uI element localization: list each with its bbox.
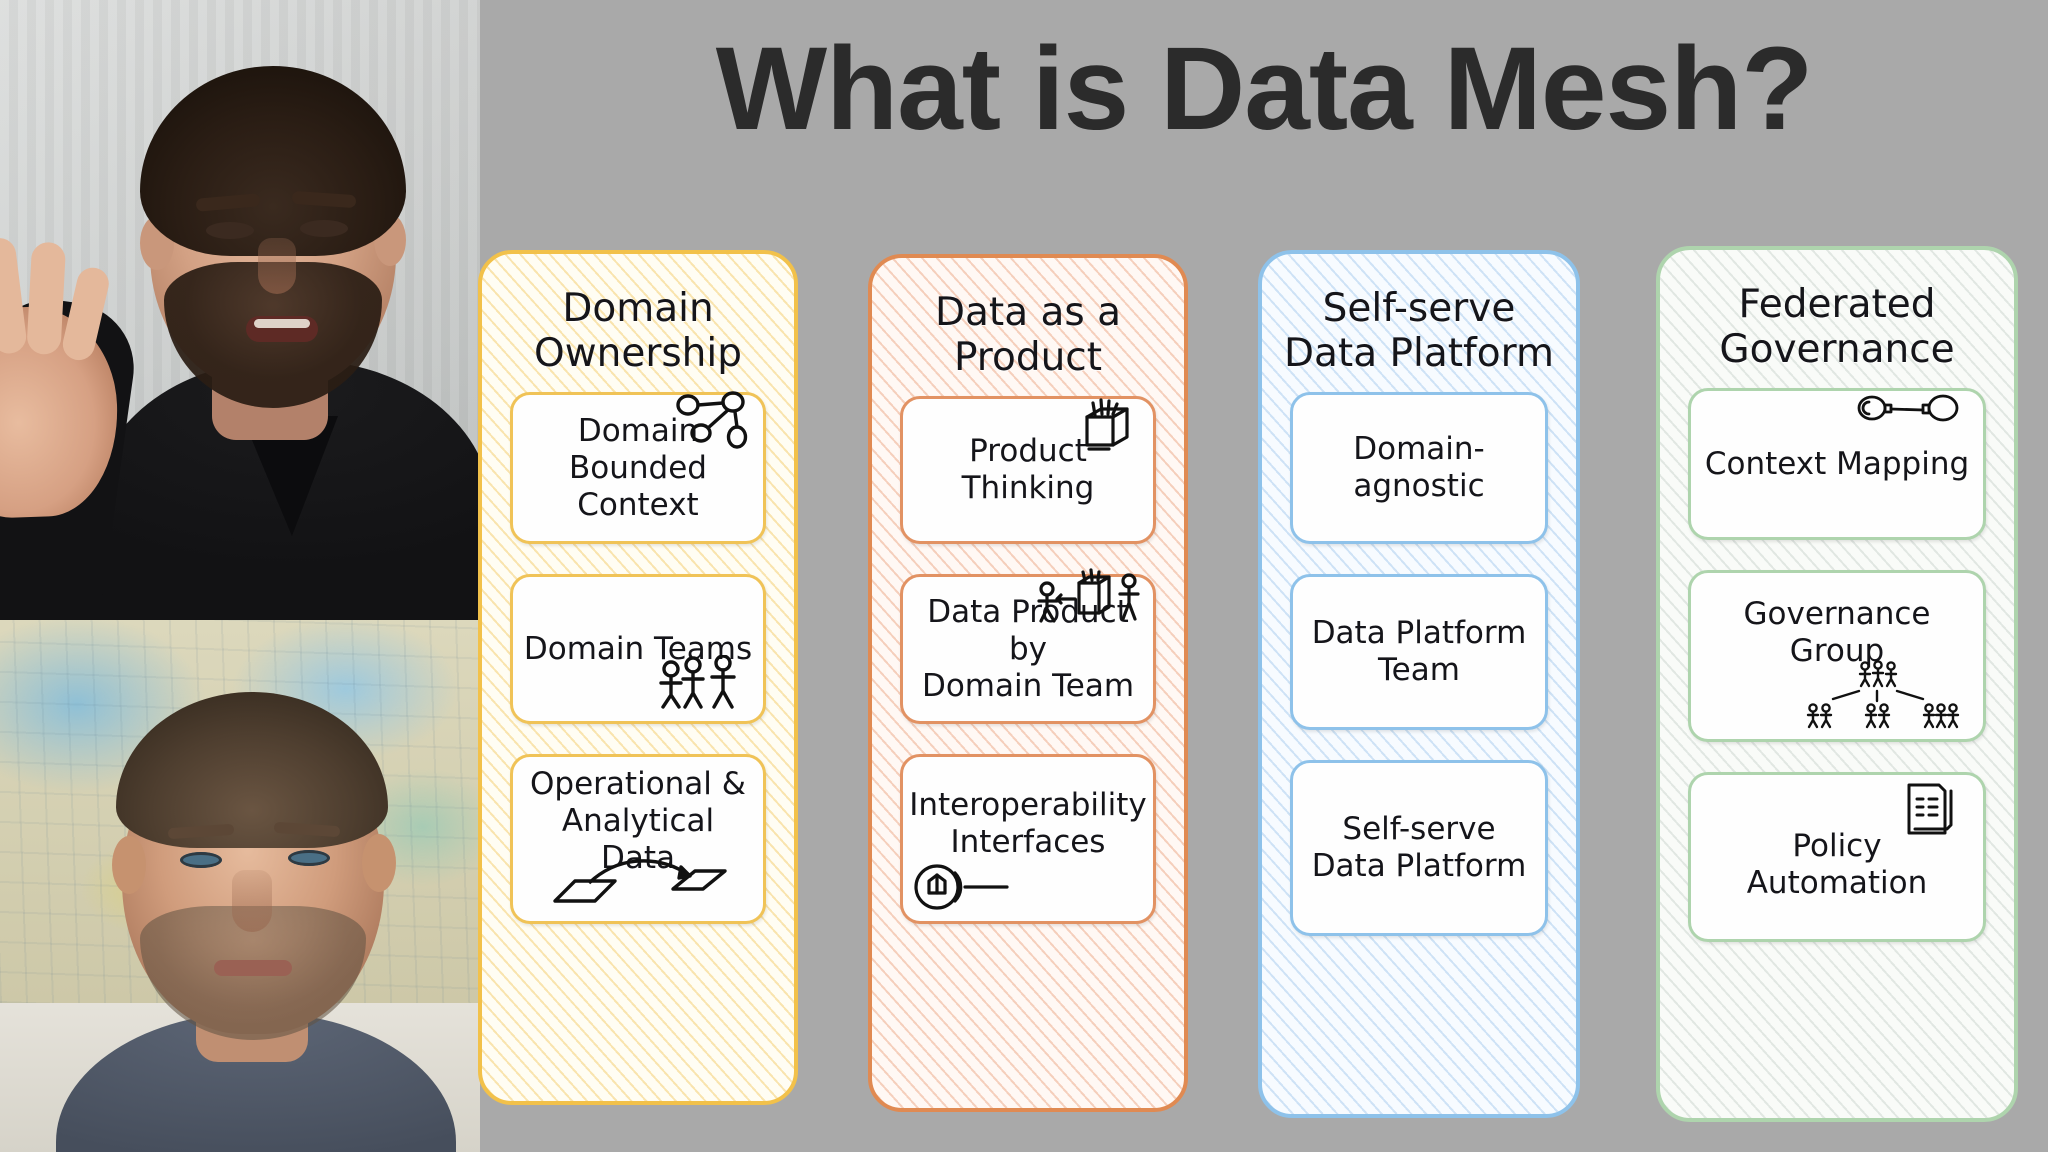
slide-canvas: What is Data Mesh? Domain Ownership Doma… [0, 0, 2048, 1152]
card-label-line2: Interfaces [950, 824, 1106, 861]
ear-left [112, 836, 146, 894]
card-label: Context Mapping [1704, 445, 1970, 482]
nose [232, 870, 272, 932]
card-label-line1: Self-serve [1342, 811, 1496, 848]
card-label-line1: Governance [1743, 596, 1931, 633]
card-label-line1: Interoperability [909, 787, 1147, 824]
card-label: Interoperability Interfaces [899, 787, 1157, 861]
speaker-bottom-scene [0, 620, 480, 1152]
card-context-mapping[interactable]: Context Mapping [1688, 388, 1986, 541]
eye-right [288, 850, 330, 866]
card-label: Domain-agnostic [1353, 431, 1485, 505]
pillar-title-line1: Self-serve [1322, 286, 1516, 331]
card-label-line1: Data Product by [927, 593, 1129, 667]
card-domain-agnostic[interactable]: Domain-agnostic [1290, 392, 1548, 545]
card-label-line2: Team [1378, 652, 1460, 689]
card-data-platform-team[interactable]: Data Platform Team [1290, 574, 1548, 731]
card-operational-analytical-data[interactable]: Operational & Analytical Data [510, 754, 766, 925]
video-panel-speaker-bottom[interactable] [0, 620, 480, 1152]
card-domain-bounded-context[interactable]: Domain Bounded Context [510, 391, 766, 545]
page-title: What is Data Mesh? [715, 23, 1814, 155]
pillar-federated-governance: Federated Governance Context Mapping Gov… [1656, 246, 2018, 1122]
card-list: Context Mapping Governance Group Policy … [1678, 388, 1996, 943]
mouth [246, 316, 318, 342]
ear-right [362, 834, 396, 892]
card-list: Domain Bounded Context Domain Teams Oper… [500, 391, 776, 925]
pillar-title-line2: Ownership [534, 331, 742, 377]
pillar-title-line2: Governance [1719, 327, 1955, 373]
socket-plug-icon [911, 861, 1021, 915]
pillar-title: Federated Governance [1678, 282, 1996, 372]
card-label-line2: Analytical Data [561, 802, 715, 877]
video-panel-speaker-top[interactable] [0, 0, 480, 620]
pillar-title-line1: Domain [562, 286, 714, 331]
card-data-product-by-domain-team[interactable]: Data Product by Domain Team [900, 568, 1156, 725]
pillar-title: Domain Ownership [500, 286, 776, 376]
pillar-title-line2: Product [953, 335, 1103, 381]
finger [26, 241, 67, 356]
card-label: Operational & Analytical Data [513, 766, 763, 878]
card-label-line2: Domain Team [921, 668, 1135, 705]
card-list: Product Thinking Data Product by Domain … [890, 396, 1166, 925]
linked-contexts-icon [1857, 393, 1961, 431]
card-label-line2: Data Platform [1311, 848, 1527, 885]
card-domain-teams[interactable]: Domain Teams [510, 574, 766, 725]
mouth [214, 960, 292, 976]
pillar-self-serve-data-platform: Self-serve Data Platform Domain-agnostic… [1258, 250, 1580, 1118]
card-label-line2: Automation [1746, 865, 1928, 902]
pillar-title: Data as a Product [890, 290, 1166, 380]
card-label: Product Thinking [961, 433, 1095, 507]
eye-left [180, 852, 222, 868]
card-product-thinking[interactable]: Product Thinking [900, 396, 1156, 545]
card-governance-group[interactable]: Governance Group [1688, 570, 1986, 743]
waving-hand [0, 236, 121, 521]
pillar-title: Self-serve Data Platform [1280, 286, 1558, 376]
pillar-data-as-a-product: Data as a Product Product Thinking Data … [868, 254, 1188, 1112]
card-label: Governance Group [1733, 596, 1940, 670]
card-label: Data Product by Domain Team [903, 594, 1153, 706]
card-label: Domain Teams [523, 630, 753, 667]
card-label-line1: Data Platform [1311, 615, 1527, 652]
card-self-serve-data-platform[interactable]: Self-serve Data Platform [1290, 760, 1548, 937]
pillar-title-line1: Data as a [934, 290, 1122, 335]
card-label-line1: Operational & [530, 765, 746, 802]
pillar-domain-ownership: Domain Ownership Domain Bounded Context … [478, 250, 798, 1105]
card-label-line1: Domain [577, 412, 699, 449]
card-label: Self-serve Data Platform [1302, 811, 1537, 885]
card-label: Policy Automation [1737, 828, 1938, 902]
card-label-line1: Policy [1792, 828, 1882, 865]
pillar-title-line2: Data Platform [1284, 331, 1554, 377]
card-interoperability-interfaces[interactable]: Interoperability Interfaces [899, 754, 1157, 925]
card-label-line2: Group [1789, 633, 1885, 670]
speaker-top-scene [0, 0, 480, 620]
card-label: Domain Bounded Context [513, 413, 763, 525]
pillar-title-line1: Federated [1738, 282, 1936, 327]
eye-left [206, 222, 254, 239]
card-label-line2: Bounded Context [569, 449, 707, 524]
card-list: Domain-agnostic Data Platform Team Self-… [1280, 392, 1558, 937]
eye-right [300, 220, 348, 237]
nose [258, 238, 296, 294]
card-policy-automation[interactable]: Policy Automation [1688, 772, 1986, 943]
card-label: Data Platform Team [1302, 615, 1537, 689]
